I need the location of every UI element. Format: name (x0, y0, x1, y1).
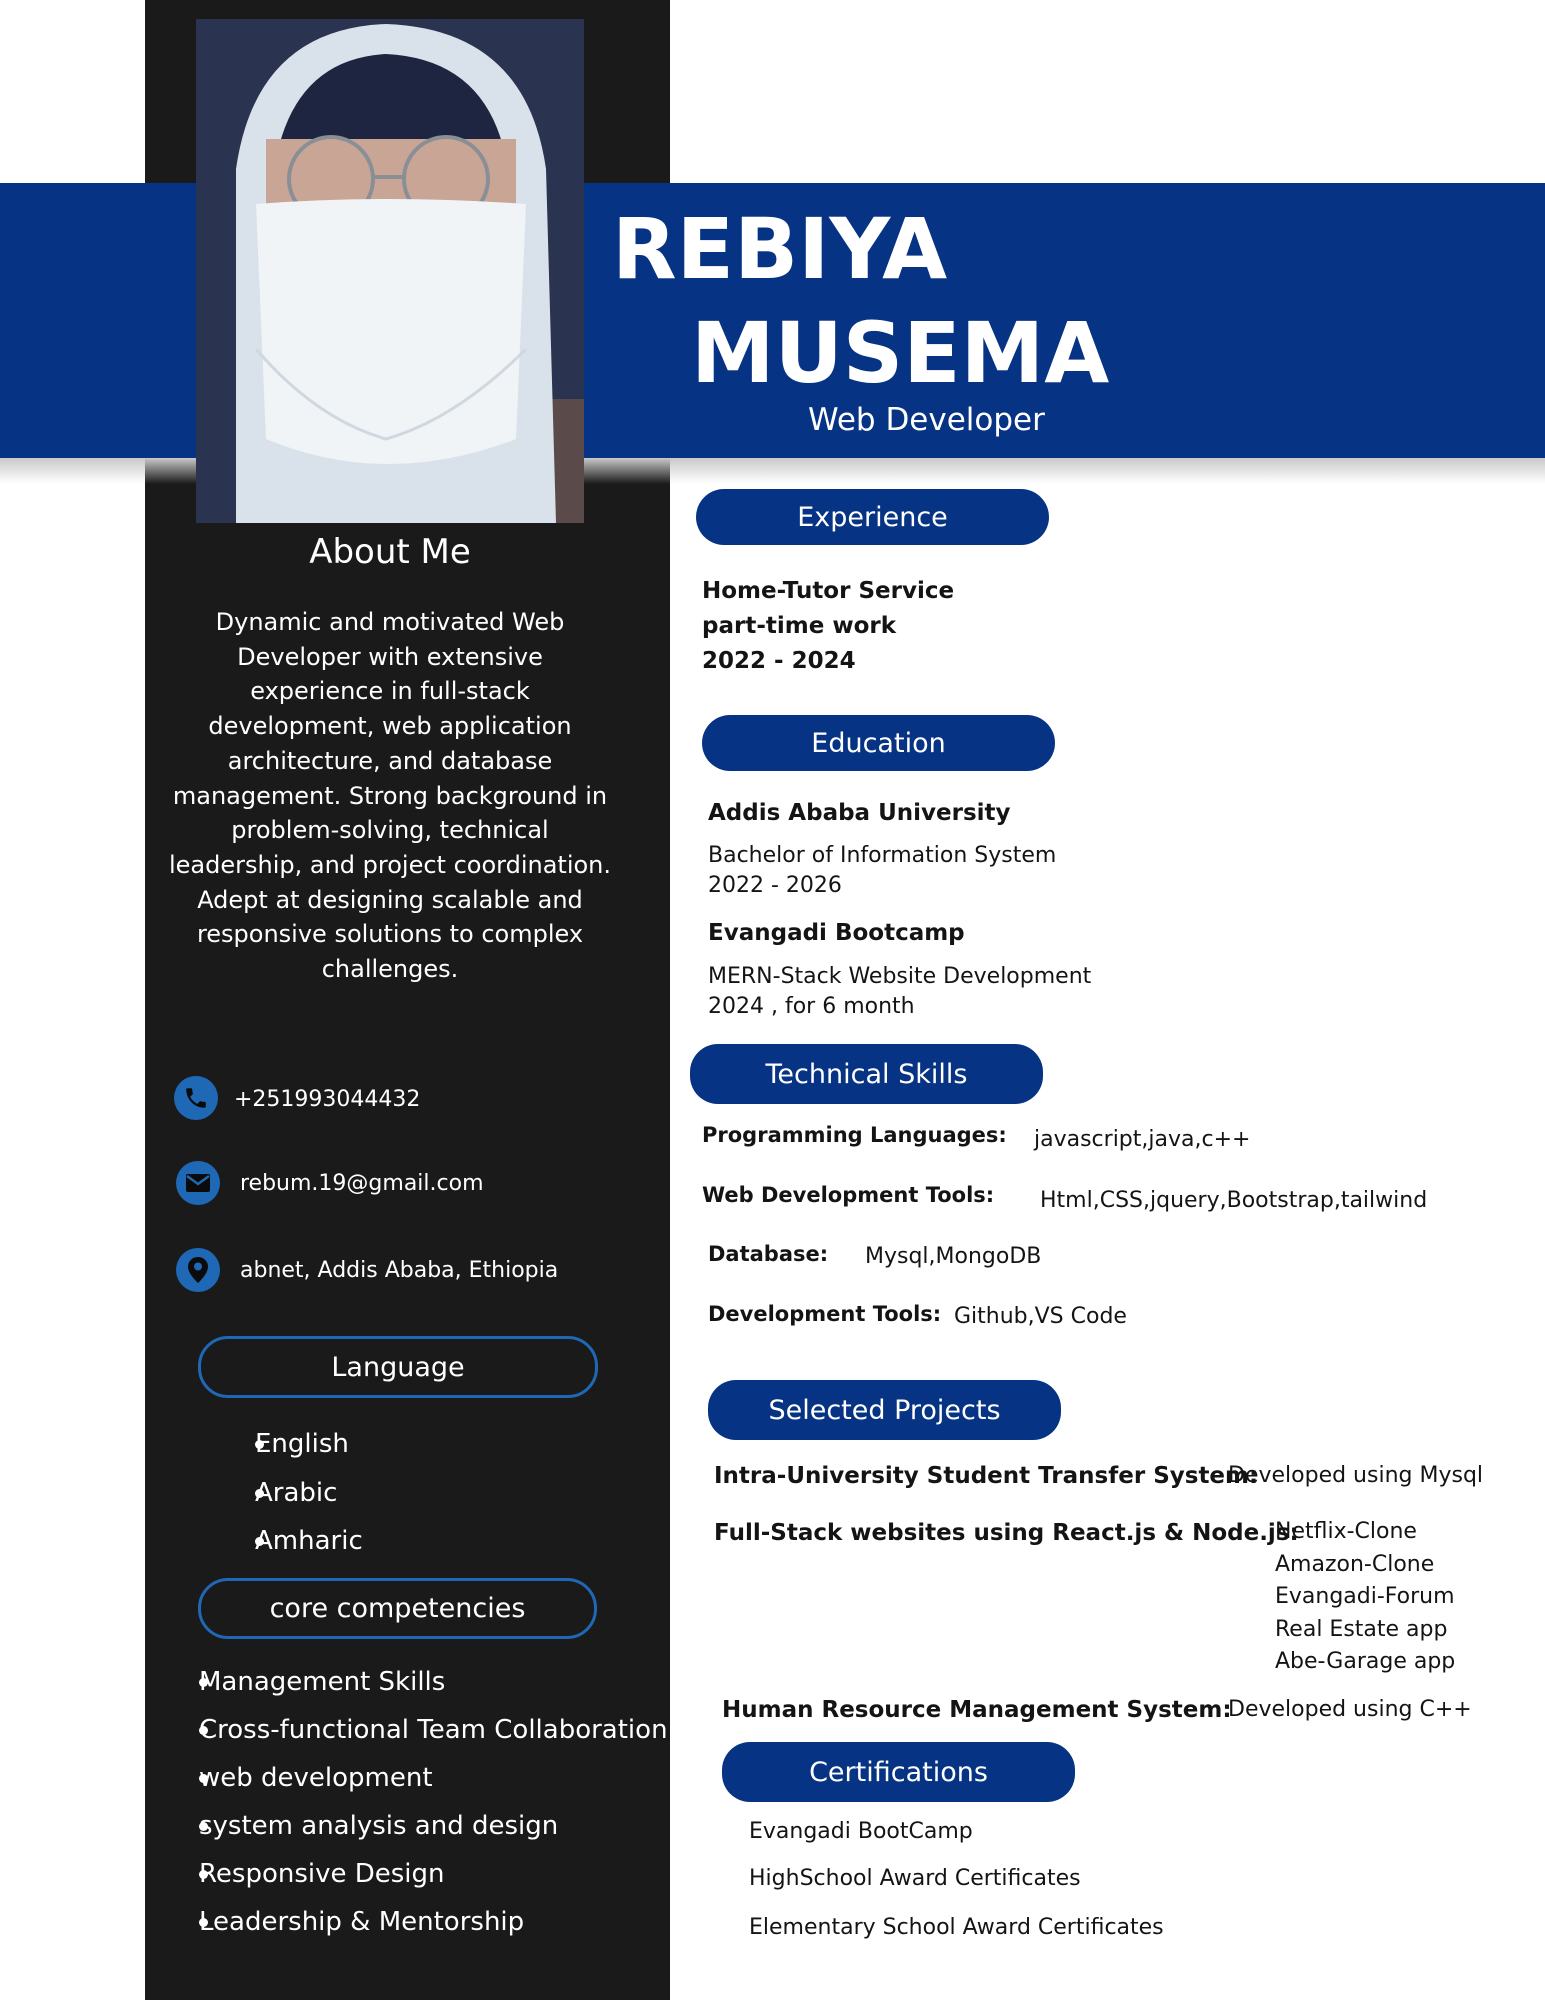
education-program: Bachelor of Information System (708, 843, 1057, 868)
competencies-list: Management Skills Cross-functional Team … (168, 1658, 668, 1946)
list-item: Real Estate app (1275, 1616, 1448, 1642)
list-item: Arabic (224, 1469, 363, 1518)
list-item: Amazon-Clone (1275, 1551, 1435, 1577)
certification-item: HighSchool Award Certificates (749, 1866, 1081, 1891)
education-heading: Education (702, 715, 1055, 771)
skill-label: Programming Languages: (702, 1123, 1007, 1147)
list-item: English (224, 1420, 363, 1469)
experience-years: 2022 - 2024 (702, 648, 856, 674)
experience-place: Home-Tutor Service (702, 578, 955, 604)
skill-label: Web Development Tools: (702, 1183, 995, 1207)
certifications-heading: Certifications (722, 1742, 1075, 1802)
project-name: Human Resource Management System: (722, 1697, 1232, 1723)
skill-label: Development Tools: (708, 1302, 942, 1326)
projects-heading: Selected Projects (708, 1380, 1061, 1440)
mail-icon (176, 1161, 220, 1205)
list-item: system analysis and design (168, 1802, 668, 1850)
profile-photo (196, 19, 584, 523)
language-heading: Language (198, 1336, 598, 1398)
education-school: Addis Ababa University (708, 800, 1011, 826)
education-details: Bachelor of Information System 2022 - 20… (708, 841, 1056, 901)
skill-value: Html,CSS,jquery,Bootstrap,tailwind (1040, 1188, 1428, 1213)
competencies-heading: core competencies (198, 1578, 597, 1639)
project-name: Full-Stack websites using React.js & Nod… (714, 1520, 1299, 1546)
last-name: MUSEMA (691, 304, 1110, 402)
phone-icon (174, 1076, 218, 1120)
location-pin-icon (176, 1248, 220, 1292)
education-program: MERN-Stack Website Development (708, 964, 1092, 989)
first-name: REBIYA (612, 200, 948, 298)
list-item: web development (168, 1754, 668, 1802)
project-name: Intra-University Student Transfer System… (714, 1463, 1259, 1489)
project-list: Netflix-Clone Amazon-Clone Evangadi-Foru… (1275, 1516, 1455, 1679)
phone-number[interactable]: +251993044432 (234, 1087, 420, 1112)
skill-label: Database: (708, 1242, 829, 1266)
list-item: Leadership & Mentorship (168, 1898, 668, 1946)
experience-type: part-time work (702, 613, 897, 639)
list-item: Netflix-Clone (1275, 1519, 1417, 1544)
list-item: Evangadi-Forum (1275, 1584, 1455, 1609)
list-item: Cross-functional Team Collaboration (168, 1706, 668, 1754)
project-description: Developed using C++ (1228, 1697, 1472, 1722)
project-description: Developed using Mysql (1228, 1463, 1484, 1488)
about-heading: About Me (309, 532, 471, 572)
education-years: 2024 , for 6 month (708, 994, 915, 1019)
job-title: Web Developer (808, 402, 1045, 438)
education-school: Evangadi Bootcamp (708, 920, 965, 946)
education-years: 2022 - 2026 (708, 873, 842, 898)
about-text: Dynamic and motivated Web Developer with… (168, 608, 612, 984)
certification-item: Elementary School Award Certificates (749, 1915, 1164, 1940)
list-item: Abe-Garage app (1275, 1649, 1456, 1674)
experience-heading: Experience (696, 489, 1049, 545)
certification-item: Evangadi BootCamp (749, 1819, 973, 1844)
skills-heading: Technical Skills (690, 1044, 1043, 1104)
language-list: English Arabic Amharic (224, 1420, 363, 1566)
list-item: Responsive Design (168, 1850, 668, 1898)
skill-value: javascript,java,c++ (1034, 1127, 1251, 1152)
education-details: MERN-Stack Website Development 2024 , fo… (708, 962, 1091, 1022)
list-item: Management Skills (168, 1658, 668, 1706)
address: abnet, Addis Ababa, Ethiopia (240, 1258, 559, 1283)
experience-entry: Home-Tutor Service part-time work 2022 -… (702, 574, 954, 679)
email-address[interactable]: rebum.19@gmail.com (240, 1171, 484, 1196)
list-item: Amharic (224, 1517, 363, 1566)
skill-value: Mysql,MongoDB (865, 1244, 1042, 1269)
skill-value: Github,VS Code (954, 1304, 1127, 1329)
